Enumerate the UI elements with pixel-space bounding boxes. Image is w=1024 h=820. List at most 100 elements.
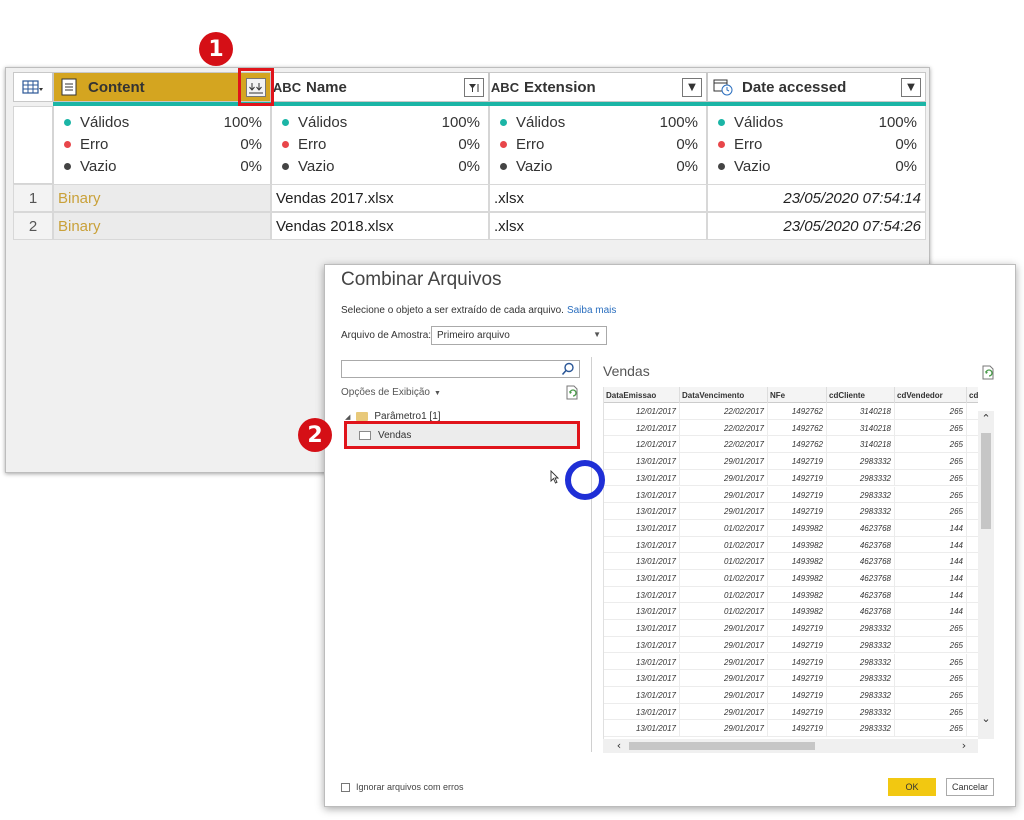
cell-date[interactable]: 23/05/2020 07:54:26	[707, 212, 926, 240]
preview-cell[interactable]: 1492762	[768, 436, 827, 453]
preview-row[interactable]: 12/01/2017 22/02/2017 1492762 3140218 265	[604, 419, 978, 437]
preview-cell[interactable]: 1493982	[768, 553, 827, 570]
preview-cell[interactable]: 29/01/2017	[680, 636, 768, 653]
preview-cell[interactable]: 1492719	[768, 486, 827, 503]
preview-cell[interactable]: 01/02/2017	[680, 586, 768, 603]
preview-cell[interactable]: 29/01/2017	[680, 486, 768, 503]
preview-cell[interactable]: 29/01/2017	[680, 720, 768, 737]
preview-row[interactable]: 13/01/2017 01/02/2017 1493982 4623768 144	[604, 536, 978, 554]
preview-cell[interactable]: 1492719	[768, 653, 827, 670]
preview-row[interactable]: 13/01/2017 29/01/2017 1492719 2983332 265	[604, 620, 978, 637]
preview-cell[interactable]: 29/01/2017	[680, 453, 768, 470]
scroll-right-icon[interactable]: ›	[958, 739, 970, 753]
preview-cell[interactable]: 12/01/2017	[604, 403, 680, 419]
binary-link[interactable]: Binary	[53, 212, 271, 240]
scrollbar-thumb[interactable]	[981, 433, 991, 529]
preview-cell[interactable]: 13/01/2017	[604, 686, 680, 703]
preview-cell[interactable]: 265	[895, 653, 967, 670]
filter-dropdown[interactable]	[464, 78, 484, 97]
preview-cell[interactable]: 4623768	[827, 586, 895, 603]
preview-cell[interactable]: 1492762	[768, 419, 827, 436]
preview-cell[interactable]: 2983332	[827, 453, 895, 470]
preview-cell[interactable]: 22/02/2017	[680, 436, 768, 453]
preview-cell[interactable]: 13/01/2017	[604, 603, 680, 620]
preview-row[interactable]: 12/01/2017 22/02/2017 1492762 3140218 265	[604, 436, 978, 454]
preview-cell[interactable]: 13/01/2017	[604, 503, 680, 520]
preview-cell[interactable]: 2983332	[827, 503, 895, 520]
preview-cell[interactable]: 22/02/2017	[680, 419, 768, 436]
table-row[interactable]: 2 Binary Vendas 2018.xlsx .xlsx 23/05/20…	[13, 212, 926, 240]
preview-row[interactable]: 13/01/2017 01/02/2017 1493982 4623768 144	[604, 553, 978, 570]
cell-date[interactable]: 23/05/2020 07:54:14	[707, 184, 926, 212]
preview-cell[interactable]: 1492719	[768, 703, 827, 720]
preview-cell[interactable]: 265	[895, 469, 967, 486]
preview-cell[interactable]: 4623768	[827, 519, 895, 536]
ignore-errors-checkbox[interactable]	[341, 782, 350, 792]
preview-cell[interactable]: 29/01/2017	[680, 620, 768, 637]
preview-header-cell[interactable]: DataVencimento	[680, 387, 768, 403]
preview-row[interactable]: 13/01/2017 29/01/2017 1492719 2983332 265	[604, 686, 978, 704]
preview-row[interactable]: 13/01/2017 01/02/2017 1493982 4623768 144	[604, 603, 978, 621]
preview-row[interactable]: 13/01/2017 29/01/2017 1492719 2983332 265	[604, 703, 978, 721]
preview-cell[interactable]: 13/01/2017	[604, 586, 680, 603]
preview-row[interactable]: 13/01/2017 29/01/2017 1492719 2983332 265	[604, 653, 978, 671]
preview-cell[interactable]: 13/01/2017	[604, 653, 680, 670]
preview-header-cell[interactable]: cdVendedor	[895, 387, 967, 403]
binary-link[interactable]: Binary	[53, 184, 271, 212]
sample-file-select[interactable]: Primeiro arquivo ▼	[431, 326, 607, 345]
preview-row[interactable]: 13/01/2017 29/01/2017 1492719 2983332 265	[604, 636, 978, 654]
preview-cell[interactable]: 01/02/2017	[680, 603, 768, 620]
column-dropdown[interactable]: ▼	[901, 78, 921, 97]
preview-cell[interactable]: 144	[895, 519, 967, 536]
preview-row[interactable]: 13/01/2017 01/02/2017 1493982 4623768 144	[604, 519, 978, 537]
preview-cell[interactable]: 265	[895, 636, 967, 653]
preview-cell[interactable]: 1492719	[768, 620, 827, 637]
vertical-scrollbar[interactable]: ⌃ ⌄	[978, 411, 994, 739]
preview-row[interactable]: 13/01/2017 29/01/2017 1492719 2983332 265	[604, 453, 978, 470]
preview-cell[interactable]: 13/01/2017	[604, 486, 680, 503]
preview-header-cell[interactable]: NFe	[768, 387, 827, 403]
cell-name[interactable]: Vendas 2017.xlsx	[271, 184, 489, 212]
cell-extension[interactable]: .xlsx	[489, 184, 707, 212]
preview-cell[interactable]: 29/01/2017	[680, 670, 768, 687]
column-header-extension[interactable]: ABC Extension ▼	[489, 72, 707, 102]
table-menu-button[interactable]	[13, 72, 53, 102]
preview-cell[interactable]: 1492719	[768, 503, 827, 520]
preview-row[interactable]: 13/01/2017 29/01/2017 1492719 2983332 265	[604, 486, 978, 504]
scroll-left-icon[interactable]: ‹	[613, 739, 625, 753]
preview-cell[interactable]: 2983332	[827, 686, 895, 703]
preview-row[interactable]: 13/01/2017 01/02/2017 1493982 4623768 144	[604, 570, 978, 587]
preview-row[interactable]: 13/01/2017 29/01/2017 1492719 2983332 265	[604, 720, 978, 737]
preview-cell[interactable]: 1492719	[768, 720, 827, 737]
search-input[interactable]	[341, 360, 580, 378]
preview-cell[interactable]: 2983332	[827, 636, 895, 653]
preview-cell[interactable]: 265	[895, 703, 967, 720]
preview-cell[interactable]: 12/01/2017	[604, 419, 680, 436]
preview-cell[interactable]: 2983332	[827, 703, 895, 720]
preview-cell[interactable]: 265	[895, 670, 967, 687]
display-options-menu[interactable]: Opções de Exibição ▼	[341, 387, 441, 398]
refresh-icon[interactable]	[565, 385, 579, 400]
preview-cell[interactable]: 265	[895, 486, 967, 503]
preview-row[interactable]: 12/01/2017 22/02/2017 1492762 3140218 265	[604, 403, 978, 420]
preview-cell[interactable]: 265	[895, 620, 967, 637]
preview-cell[interactable]: 265	[895, 686, 967, 703]
ok-button[interactable]: OK	[888, 778, 936, 796]
preview-cell[interactable]: 13/01/2017	[604, 636, 680, 653]
preview-cell[interactable]: 265	[895, 436, 967, 453]
preview-cell[interactable]: 144	[895, 603, 967, 620]
preview-cell[interactable]: 144	[895, 553, 967, 570]
preview-cell[interactable]: 265	[895, 503, 967, 520]
preview-cell[interactable]: 144	[895, 570, 967, 586]
column-header-date-accessed[interactable]: Date accessed ▼	[707, 72, 926, 102]
scroll-down-icon[interactable]: ⌄	[980, 713, 992, 725]
preview-cell[interactable]: 01/02/2017	[680, 553, 768, 570]
preview-cell[interactable]: 13/01/2017	[604, 553, 680, 570]
preview-cell[interactable]: 29/01/2017	[680, 503, 768, 520]
preview-header-cell[interactable]: cdCliente	[827, 387, 895, 403]
preview-cell[interactable]: 1493982	[768, 570, 827, 586]
preview-cell[interactable]: 1492762	[768, 403, 827, 419]
preview-cell[interactable]: 12/01/2017	[604, 436, 680, 453]
preview-header-cell[interactable]: DataEmissao	[604, 387, 680, 403]
preview-cell[interactable]: 29/01/2017	[680, 703, 768, 720]
